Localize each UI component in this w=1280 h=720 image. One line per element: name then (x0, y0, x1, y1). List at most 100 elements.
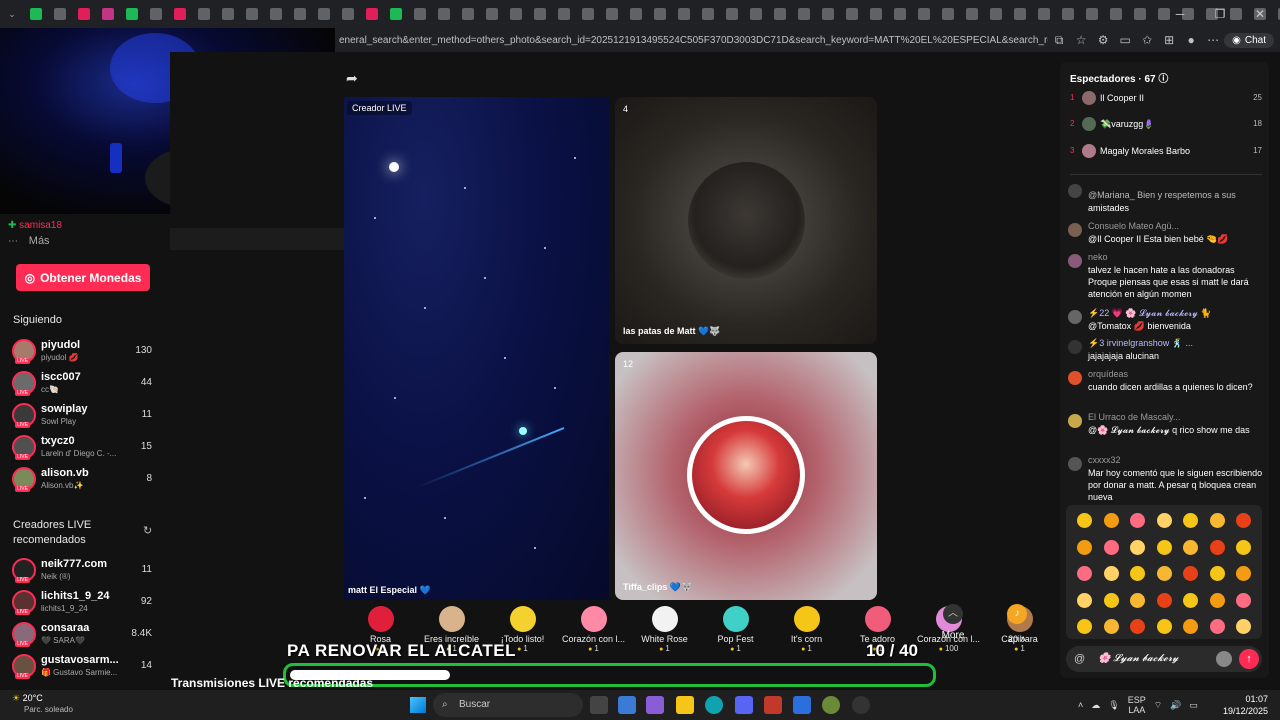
tab-favicon[interactable] (366, 8, 378, 20)
following-row[interactable]: sowiplay Sowl Play 11 (12, 402, 160, 430)
tab-favicon[interactable] (798, 8, 810, 20)
emoji-option[interactable] (1130, 566, 1145, 581)
send-button[interactable]: ↑ (1239, 649, 1259, 669)
emoji-option[interactable] (1209, 592, 1225, 608)
emoji-option[interactable] (1130, 539, 1145, 555)
taskbar-search[interactable]: ⌕ Buscar (433, 693, 583, 717)
tab-favicon[interactable] (990, 8, 1002, 20)
task-view-icon[interactable] (590, 696, 608, 714)
tab-favicon[interactable] (222, 8, 234, 20)
following-row[interactable]: piyudol piyudol 💋 130 (12, 338, 160, 366)
collections-icon[interactable]: ⊞ (1158, 33, 1180, 47)
maximize-icon[interactable]: ❐ (1200, 0, 1240, 28)
start-icon[interactable] (410, 697, 426, 713)
emoji-option[interactable] (1183, 539, 1198, 555)
emoji-option[interactable] (1183, 619, 1198, 634)
emoji-option[interactable] (1209, 513, 1225, 528)
refresh-icon[interactable]: ↻ (143, 524, 152, 537)
emoji-option[interactable] (1156, 592, 1172, 608)
tab-favicon[interactable] (342, 8, 354, 20)
gift-item[interactable]: It's corn1 (771, 600, 842, 658)
tab-favicon[interactable] (726, 8, 738, 20)
emoji-option[interactable] (1183, 566, 1198, 581)
emoji-option[interactable] (1103, 539, 1119, 555)
tab-favicon[interactable] (102, 8, 114, 20)
copilot-taskbar-icon[interactable] (646, 696, 664, 714)
emoji-option[interactable] (1156, 539, 1172, 555)
chevron-up-icon[interactable]: ˄ (1078, 700, 1083, 710)
tab-favicon[interactable] (462, 8, 474, 20)
get-coins-button[interactable]: ◎ Obtener Monedas (16, 264, 150, 291)
favorites-icon[interactable]: ✩ (1136, 33, 1158, 47)
tab-favicon[interactable] (750, 8, 762, 20)
tab-favicon[interactable] (486, 8, 498, 20)
emoji-option[interactable] (1156, 619, 1172, 634)
following-row[interactable]: alison.vb Alison.vb✨ 8 (12, 466, 160, 494)
tab-favicon[interactable] (438, 8, 450, 20)
emoji-option[interactable] (1183, 592, 1198, 608)
tab-favicon[interactable] (198, 8, 210, 20)
ranking-row[interactable]: 1 Il Cooper II 25 (1070, 90, 1262, 108)
emoji-icon[interactable] (1216, 651, 1232, 667)
tab-favicon[interactable] (534, 8, 546, 20)
app-green-icon[interactable] (822, 696, 840, 714)
tab-favicon[interactable] (30, 8, 42, 20)
tab-favicon[interactable] (774, 8, 786, 20)
tab-favicon[interactable] (582, 8, 594, 20)
bookmark-star-icon[interactable]: ☆ (1070, 33, 1092, 47)
discord-icon[interactable] (735, 696, 753, 714)
tab-favicon[interactable] (702, 8, 714, 20)
tab-favicon[interactable] (1038, 8, 1050, 20)
following-row[interactable]: txycz0 Lareln d' Diego C. -... 15 (12, 434, 160, 462)
weather-widget[interactable]: ☀ 20°C Parc. soleado (12, 693, 73, 714)
emoji-option[interactable] (1077, 513, 1092, 528)
host-video[interactable]: Creador LIVE matt El Especial 💙 (344, 97, 609, 600)
tab-favicon[interactable] (1110, 8, 1122, 20)
more-gifts-button[interactable]: ︿ More (935, 604, 971, 641)
emoji-option[interactable] (1236, 619, 1251, 634)
emoji-option[interactable] (1156, 566, 1172, 581)
emoji-option[interactable] (1130, 513, 1145, 528)
tab-favicon[interactable] (678, 8, 690, 20)
more-link[interactable]: ⋯ Más (8, 235, 50, 247)
coin-balance-button[interactable]: ♪ 20 ˄ (997, 604, 1037, 644)
emoji-option[interactable] (1236, 566, 1251, 581)
tab-favicon[interactable] (1134, 8, 1146, 20)
emoji-option[interactable] (1077, 592, 1092, 608)
ranking-row[interactable]: 2 💸varuzgg🪻 18 (1070, 116, 1262, 134)
split-view-icon[interactable]: ▭ (1114, 33, 1136, 47)
share-icon[interactable]: ➦ (346, 70, 358, 87)
ranking-row[interactable]: 3 Magaly Morales Barbo 17 (1070, 143, 1262, 161)
url-field[interactable]: eneral_search&enter_method=others_photo&… (335, 35, 1048, 46)
tab-favicon[interactable] (126, 8, 138, 20)
gift-item[interactable]: Corazón con l...1 (558, 600, 629, 658)
emoji-option[interactable] (1209, 619, 1225, 634)
emoji-option[interactable] (1156, 513, 1172, 528)
emoji-option[interactable] (1209, 539, 1225, 555)
recommended-row[interactable]: gustavosarm... 🎁 Gustavo Sarmie... 14 (12, 653, 160, 681)
app-blue-icon[interactable] (793, 696, 811, 714)
mic-icon[interactable]: 🎙 (1108, 700, 1119, 711)
tab-favicon[interactable] (654, 8, 666, 20)
tab-favicon[interactable] (918, 8, 930, 20)
copilot-chat-button[interactable]: ◉ Chat (1224, 32, 1274, 48)
emoji-option[interactable] (1209, 566, 1225, 581)
emoji-option[interactable] (1103, 566, 1119, 581)
tab-favicon[interactable] (1086, 8, 1098, 20)
chat-input[interactable]: @ 🌸 𝓛𝔂𝓪𝓷 𝓫𝓪𝓬𝓴𝓮𝓻𝔂 ↑ (1066, 646, 1262, 672)
following-row[interactable]: iscc007 cc🐚 44 (12, 370, 160, 398)
tab-favicon[interactable] (294, 8, 306, 20)
tab-favicon[interactable] (246, 8, 258, 20)
tab-favicon[interactable] (270, 8, 282, 20)
emoji-option[interactable] (1130, 592, 1145, 608)
edge-icon[interactable] (705, 696, 723, 714)
lang-indicator[interactable]: ESP LAA (1128, 695, 1146, 715)
tab-favicon[interactable] (846, 8, 858, 20)
tab-favicon[interactable] (558, 8, 570, 20)
tab-favicon[interactable] (630, 8, 642, 20)
tab-favicon[interactable] (318, 8, 330, 20)
tab-favicon[interactable] (78, 8, 90, 20)
tab-favicon[interactable] (414, 8, 426, 20)
emoji-option[interactable] (1130, 619, 1145, 634)
app-tf-icon[interactable] (764, 696, 782, 714)
